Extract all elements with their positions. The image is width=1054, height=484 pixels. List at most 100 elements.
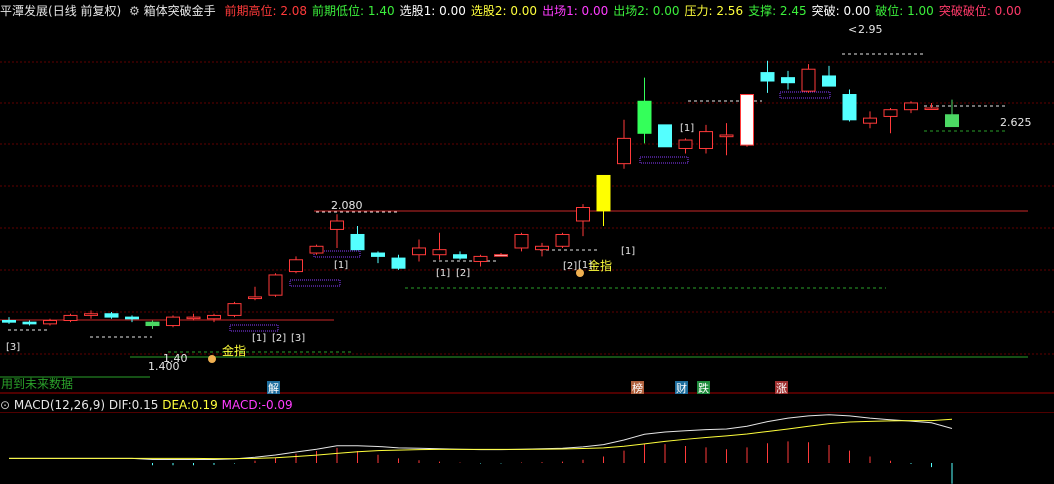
price-chart[interactable]: <2.952.0801.4001.402.625金指金指用到未来数据[3][1]…: [0, 22, 1054, 397]
candle-body: [494, 254, 508, 257]
event-badge-label: 财: [676, 381, 687, 395]
event-badge: 解: [267, 381, 280, 395]
indicator-values: 前期高位: 2.08 前期低位: 1.40 选股1: 0.00 选股2: 0.00 出场…: [219, 4, 1021, 18]
dea-label: DEA:: [162, 398, 192, 412]
dea-line: [9, 418, 953, 460]
candle-body: [84, 313, 98, 316]
candle-body: [43, 319, 57, 325]
candle-body: [104, 313, 119, 318]
signal-tag: [1]: [252, 333, 266, 344]
candle-body: [186, 316, 201, 320]
candle-body: [719, 134, 734, 138]
candle-body: [863, 117, 877, 124]
event-badge: 榜: [631, 381, 644, 395]
signal-tag: [2]: [563, 261, 577, 272]
candle-body: [760, 72, 775, 82]
dif-line: [9, 414, 953, 461]
candle-body: [883, 109, 898, 117]
candle-body: [822, 75, 836, 87]
dif-label: DIF:: [108, 398, 132, 412]
candle-body: [371, 252, 385, 257]
event-badge-label: 跌: [698, 381, 709, 395]
macd-header: ⊙ MACD(12,26,9) DIF:0.15 DEA:0.19 MACD:-…: [0, 397, 293, 413]
candle-body: [63, 314, 78, 321]
signal-tag: [2]: [272, 333, 286, 344]
indicator-name[interactable]: 箱体突破金手: [144, 4, 216, 18]
event-badge: 跌: [697, 381, 710, 395]
candle-body: [289, 259, 303, 273]
candle-body: [22, 321, 37, 325]
candle-body: [125, 316, 139, 320]
candle-body: [248, 296, 262, 300]
candle-body: [227, 303, 242, 316]
candle-body: [166, 316, 180, 327]
signal-box: [289, 279, 341, 287]
candle-body: [268, 274, 283, 296]
future-data-note: 用到未来数据: [1, 376, 73, 391]
signal-tag: [3]: [291, 333, 305, 344]
candle-body: [945, 114, 959, 128]
candle-body: [391, 257, 406, 269]
indicator-item: 突破破位: 0.00: [938, 4, 1022, 18]
indicator-item: 破位: 1.00: [875, 4, 934, 18]
event-badge-label: 涨: [776, 382, 787, 395]
candle-body: [453, 254, 467, 259]
candle-body: [596, 174, 611, 212]
event-badge-label: 解: [268, 381, 279, 395]
stock-name[interactable]: 平潭发展: [0, 4, 48, 18]
macd-label: MACD:: [221, 398, 262, 412]
signal-tag: [1]: [621, 246, 635, 257]
signal-box: [229, 324, 279, 332]
candle-body: [801, 68, 816, 92]
candle-body: [207, 314, 221, 320]
indicator-item: 突破: 0.00: [811, 4, 871, 18]
event-badge: 财: [675, 381, 688, 395]
dea-value: 0.19: [191, 398, 218, 412]
signal-tag: [1]: [436, 268, 450, 279]
candle-body: [658, 124, 672, 148]
indicator-item: 压力: 2.56: [684, 4, 744, 18]
candle-body: [617, 137, 631, 165]
indicator-header: 平潭发展(日线 前复权) ⚙ 箱体突破金手 前期高位: 2.08 前期低位: 1.…: [0, 0, 1054, 22]
indicator-item: 选股2: 0.00: [470, 4, 538, 18]
candle-body: [473, 255, 488, 262]
candle-body: [2, 319, 16, 323]
candle-body: [678, 139, 693, 149]
candle-body: [145, 321, 160, 327]
candle-body: [781, 77, 795, 84]
indicator-item: 前期低位: 1.40: [312, 4, 395, 18]
candle-body: [514, 233, 529, 249]
signal-tag: [2]: [456, 268, 470, 279]
candle-body: [330, 220, 344, 230]
candle-body: [535, 245, 549, 251]
event-badge: 涨: [775, 381, 788, 395]
candle-body: [576, 207, 590, 222]
indicator-item: 前期高位: 2.08: [224, 4, 308, 18]
high-marker: <: [848, 23, 857, 36]
candle-body: [432, 249, 447, 256]
last-price-label: 2.625: [1000, 116, 1032, 129]
macd-value: -0.09: [261, 398, 293, 412]
indicator-item: 出场1: 0.00: [542, 4, 609, 18]
candle-body: [309, 245, 324, 254]
macd-chart[interactable]: [0, 412, 1054, 484]
signal-box: [639, 156, 689, 164]
hand-icon: [208, 355, 216, 363]
candle-body: [637, 100, 652, 134]
event-badge-label: 榜: [632, 381, 643, 395]
candle-body: [904, 102, 918, 111]
candle-body: [412, 247, 426, 256]
candle-body: [350, 233, 365, 251]
collapse-icon[interactable]: ⊙: [0, 398, 10, 412]
box-high-label: 2.080: [331, 199, 363, 212]
signal-tag: [1]: [578, 260, 592, 271]
candle-body: [699, 131, 713, 149]
gear-icon[interactable]: ⚙: [129, 4, 140, 18]
macd-title[interactable]: MACD(12,26,9): [14, 398, 105, 412]
candle-body: [924, 107, 939, 111]
low-tag-label: 1.40: [163, 352, 188, 365]
signal-box: [779, 91, 831, 99]
candle-body: [555, 233, 570, 247]
indicator-item: 出场2: 0.00: [613, 4, 680, 18]
candle-body: [842, 94, 857, 121]
